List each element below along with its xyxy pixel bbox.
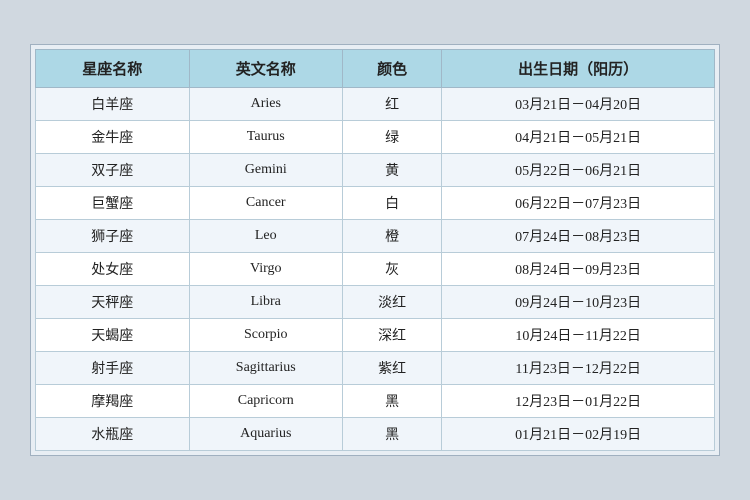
cell-english-name: Scorpio	[189, 319, 343, 352]
cell-dates: 07月24日－08月23日	[442, 220, 715, 253]
header-dates: 出生日期（阳历）	[442, 50, 715, 88]
table-row: 天秤座Libra淡红09月24日－10月23日	[36, 286, 715, 319]
cell-dates: 01月21日－02月19日	[442, 418, 715, 451]
cell-english-name: Aquarius	[189, 418, 343, 451]
table-row: 处女座Virgo灰08月24日－09月23日	[36, 253, 715, 286]
cell-color: 橙	[343, 220, 442, 253]
table-row: 摩羯座Capricorn黑12月23日－01月22日	[36, 385, 715, 418]
cell-dates: 11月23日－12月22日	[442, 352, 715, 385]
cell-dates: 12月23日－01月22日	[442, 385, 715, 418]
cell-dates: 06月22日－07月23日	[442, 187, 715, 220]
cell-chinese-name: 射手座	[36, 352, 190, 385]
cell-chinese-name: 水瓶座	[36, 418, 190, 451]
cell-chinese-name: 摩羯座	[36, 385, 190, 418]
cell-dates: 09月24日－10月23日	[442, 286, 715, 319]
cell-color: 黑	[343, 385, 442, 418]
cell-color: 黄	[343, 154, 442, 187]
zodiac-table: 星座名称 英文名称 颜色 出生日期（阳历） 白羊座Aries红03月21日－04…	[35, 49, 715, 451]
table-row: 狮子座Leo橙07月24日－08月23日	[36, 220, 715, 253]
table-row: 金牛座Taurus绿04月21日－05月21日	[36, 121, 715, 154]
table-row: 射手座Sagittarius紫红11月23日－12月22日	[36, 352, 715, 385]
header-english-name: 英文名称	[189, 50, 343, 88]
cell-dates: 10月24日－11月22日	[442, 319, 715, 352]
cell-english-name: Leo	[189, 220, 343, 253]
cell-color: 灰	[343, 253, 442, 286]
cell-english-name: Virgo	[189, 253, 343, 286]
cell-chinese-name: 狮子座	[36, 220, 190, 253]
cell-dates: 05月22日－06月21日	[442, 154, 715, 187]
table-row: 水瓶座Aquarius黑01月21日－02月19日	[36, 418, 715, 451]
cell-dates: 08月24日－09月23日	[442, 253, 715, 286]
cell-color: 紫红	[343, 352, 442, 385]
cell-english-name: Libra	[189, 286, 343, 319]
cell-color: 黑	[343, 418, 442, 451]
cell-dates: 03月21日－04月20日	[442, 88, 715, 121]
cell-color: 白	[343, 187, 442, 220]
cell-english-name: Capricorn	[189, 385, 343, 418]
cell-color: 绿	[343, 121, 442, 154]
header-color: 颜色	[343, 50, 442, 88]
cell-dates: 04月21日－05月21日	[442, 121, 715, 154]
table-row: 巨蟹座Cancer白06月22日－07月23日	[36, 187, 715, 220]
cell-chinese-name: 天蝎座	[36, 319, 190, 352]
cell-color: 淡红	[343, 286, 442, 319]
cell-english-name: Cancer	[189, 187, 343, 220]
cell-color: 深红	[343, 319, 442, 352]
table-row: 白羊座Aries红03月21日－04月20日	[36, 88, 715, 121]
cell-chinese-name: 双子座	[36, 154, 190, 187]
header-chinese-name: 星座名称	[36, 50, 190, 88]
table-row: 天蝎座Scorpio深红10月24日－11月22日	[36, 319, 715, 352]
cell-chinese-name: 天秤座	[36, 286, 190, 319]
table-row: 双子座Gemini黄05月22日－06月21日	[36, 154, 715, 187]
cell-english-name: Gemini	[189, 154, 343, 187]
table-header-row: 星座名称 英文名称 颜色 出生日期（阳历）	[36, 50, 715, 88]
cell-chinese-name: 白羊座	[36, 88, 190, 121]
cell-color: 红	[343, 88, 442, 121]
table-wrapper: 星座名称 英文名称 颜色 出生日期（阳历） 白羊座Aries红03月21日－04…	[30, 44, 720, 456]
cell-english-name: Aries	[189, 88, 343, 121]
cell-chinese-name: 巨蟹座	[36, 187, 190, 220]
cell-english-name: Sagittarius	[189, 352, 343, 385]
cell-english-name: Taurus	[189, 121, 343, 154]
cell-chinese-name: 处女座	[36, 253, 190, 286]
cell-chinese-name: 金牛座	[36, 121, 190, 154]
